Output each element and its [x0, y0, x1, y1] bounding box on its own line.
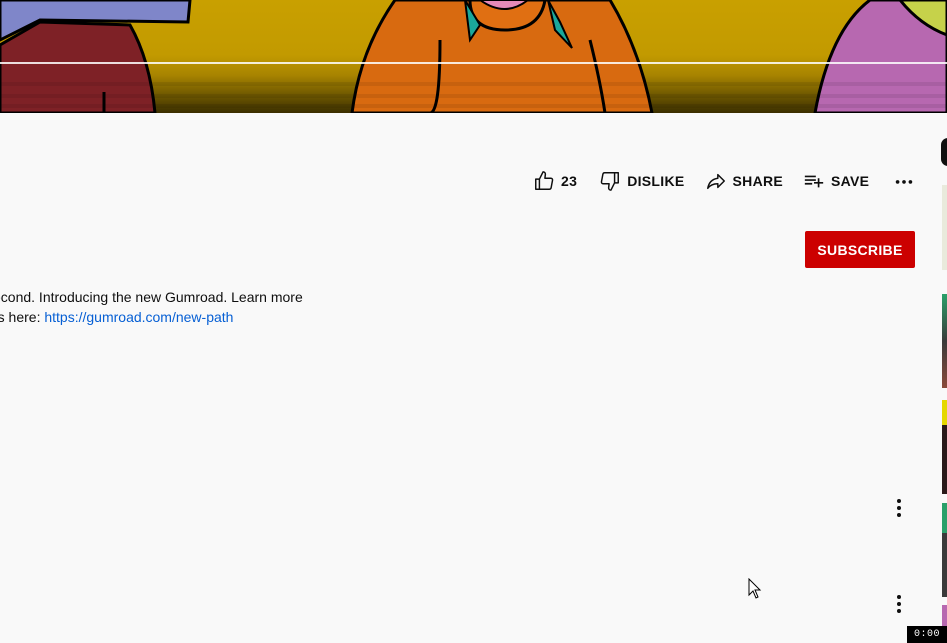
video-player[interactable] [0, 0, 947, 113]
video-band [0, 82, 947, 86]
more-horizontal-icon [896, 180, 913, 184]
more-vertical-icon [897, 498, 901, 519]
video-band [0, 104, 947, 108]
dislike-button[interactable]: DISLIKE [599, 170, 684, 192]
more-vertical-icon [897, 594, 901, 615]
save-button[interactable]: SAVE [803, 170, 869, 192]
like-button[interactable]: 23 [533, 170, 577, 192]
description-line: rs here: https://gumroad.com/new-path [0, 307, 303, 327]
related-thumbnail[interactable] [942, 503, 947, 597]
time-badge: 0:00 [907, 626, 947, 643]
description-link[interactable]: https://gumroad.com/new-path [44, 309, 233, 325]
subscribe-button[interactable]: SUBSCRIBE [805, 231, 915, 268]
related-thumbnail[interactable] [942, 294, 947, 388]
video-actions-bar: 23 DISLIKE SHARE SAVE [528, 166, 915, 196]
description-line: econd. Introducing the new Gumroad. Lear… [0, 289, 303, 305]
video-scanline [0, 62, 947, 64]
video-band [0, 94, 947, 98]
save-label: SAVE [831, 173, 870, 189]
playlist-add-icon [804, 175, 824, 188]
share-arrow-icon [706, 173, 725, 190]
related-videos-rail [942, 0, 947, 643]
comment-menu-button[interactable] [887, 592, 911, 616]
related-thumbnail[interactable] [942, 185, 947, 270]
share-label: SHARE [732, 173, 784, 189]
thumb-up-icon [535, 171, 554, 190]
share-button[interactable]: SHARE [705, 170, 784, 192]
more-actions-button[interactable] [893, 170, 915, 192]
like-count: 23 [561, 173, 578, 189]
comment-menu-button[interactable] [887, 496, 911, 520]
mouse-pointer-icon [748, 578, 762, 599]
description-text: rs here: [0, 309, 41, 325]
video-description: econd. Introducing the new Gumroad. Lear… [0, 287, 303, 327]
thumb-down-icon [600, 172, 620, 191]
dislike-label: DISLIKE [627, 173, 685, 189]
related-thumbnail[interactable] [942, 400, 947, 494]
